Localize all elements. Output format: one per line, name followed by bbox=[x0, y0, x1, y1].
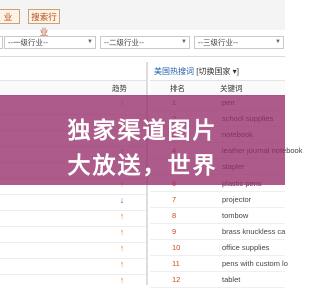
keyword-link[interactable]: projector bbox=[222, 195, 251, 204]
trend-up-icon: ↑ bbox=[119, 242, 125, 253]
industry-button[interactable]: 业 bbox=[0, 9, 20, 24]
row-divider bbox=[150, 271, 285, 272]
switch-country-link[interactable]: [切换国家 ▾] bbox=[196, 67, 239, 76]
toolbar: 业 搜索行业 bbox=[0, 0, 285, 37]
keyword-link[interactable]: brass knuckless ca bbox=[222, 227, 285, 236]
filter-select-partial[interactable] bbox=[0, 36, 3, 49]
keyword-link[interactable]: tablet bbox=[222, 275, 240, 284]
keyword-link[interactable]: office supplies bbox=[222, 243, 269, 252]
row-divider bbox=[150, 238, 285, 240]
keyword-rank: 8 bbox=[172, 210, 177, 220]
level1-industry-select[interactable]: --一级行业-- ▼ bbox=[4, 36, 96, 49]
keyword-rank: 10 bbox=[172, 242, 181, 252]
chevron-down-icon: ▼ bbox=[87, 39, 93, 45]
trend-up-icon: ↑ bbox=[119, 210, 125, 221]
trend-column-header: 趋势 bbox=[112, 84, 127, 93]
row-divider bbox=[150, 222, 285, 224]
keywords-table-header: 排名 关键词 bbox=[150, 80, 285, 96]
trend-up-icon: ↑ bbox=[119, 259, 125, 269]
keyword-rank: 9 bbox=[172, 226, 177, 236]
level1-industry-label: --一级行业-- bbox=[8, 38, 48, 47]
keyword-rank: 11 bbox=[172, 259, 180, 268]
panel-title: 美国热搜词 [切换国家 ▾] bbox=[154, 66, 239, 77]
panel-title-country: 美国热搜词 bbox=[154, 67, 194, 76]
search-industry-button[interactable]: 搜索行业 bbox=[28, 9, 60, 37]
trend-up-icon: ↑ bbox=[119, 275, 125, 286]
level2-industry-select[interactable]: --二级行业-- ▼ bbox=[100, 36, 190, 49]
row-divider bbox=[150, 206, 285, 208]
table-header: 趋势 bbox=[0, 80, 146, 96]
chevron-down-icon: ▼ bbox=[275, 39, 281, 45]
divider bbox=[0, 56, 285, 57]
promo-text-line2: 大放送，世界 bbox=[67, 152, 218, 178]
promo-text-line1: 独家渠道图片 bbox=[67, 117, 218, 143]
keyword-link[interactable]: tombow bbox=[222, 211, 248, 220]
keyword-column-header: 关键词 bbox=[220, 84, 243, 93]
trend-down-icon: ↓ bbox=[119, 194, 125, 205]
level2-industry-label: --二级行业-- bbox=[104, 38, 144, 47]
industry-filters: --一级行业-- ▼ --二级行业-- ▼ --三级行业-- ▼ bbox=[0, 34, 285, 52]
level3-industry-select[interactable]: --三级行业-- ▼ bbox=[194, 36, 284, 49]
keyword-link[interactable]: pens with custom lo bbox=[222, 259, 288, 268]
chevron-down-icon: ▼ bbox=[181, 39, 187, 45]
keyword-rank: 7 bbox=[172, 194, 177, 204]
trend-up-icon: ↑ bbox=[119, 226, 125, 237]
row-divider bbox=[150, 190, 285, 192]
level3-industry-label: --三级行业-- bbox=[198, 38, 238, 47]
keyword-rank: 12 bbox=[172, 275, 181, 285]
rank-column-header: 排名 bbox=[170, 84, 185, 93]
row-divider bbox=[150, 254, 285, 256]
